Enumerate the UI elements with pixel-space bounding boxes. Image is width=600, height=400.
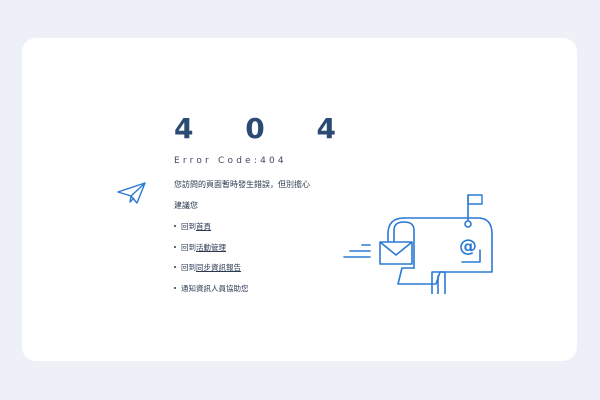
bullet-icon — [174, 286, 176, 289]
link-activity-management[interactable]: 活動管理 — [196, 243, 226, 252]
link-home[interactable]: 首頁 — [196, 222, 211, 231]
mailbox-illustration: @ — [343, 194, 493, 294]
at-sign-icon: @ — [459, 236, 477, 257]
paper-plane-icon — [117, 182, 146, 204]
error-card: 4 0 4 Error Code:404 您訪問的頁面暫時發生錯誤，但別擔心 建… — [22, 38, 577, 361]
error-code-heading: 4 0 4 — [174, 112, 357, 145]
link-prefix: 回到 — [181, 263, 196, 272]
link-sync-report[interactable]: 同步資訊報告 — [196, 263, 241, 272]
bullet-icon — [174, 245, 176, 248]
bullet-icon — [174, 266, 176, 268]
link-prefix: 回到 — [181, 242, 196, 252]
bullet-icon — [174, 225, 176, 227]
envelope-icon — [379, 241, 413, 265]
contact-it-text: 通知資訊人員協助您 — [181, 283, 249, 293]
link-prefix: 回到 — [181, 222, 196, 231]
